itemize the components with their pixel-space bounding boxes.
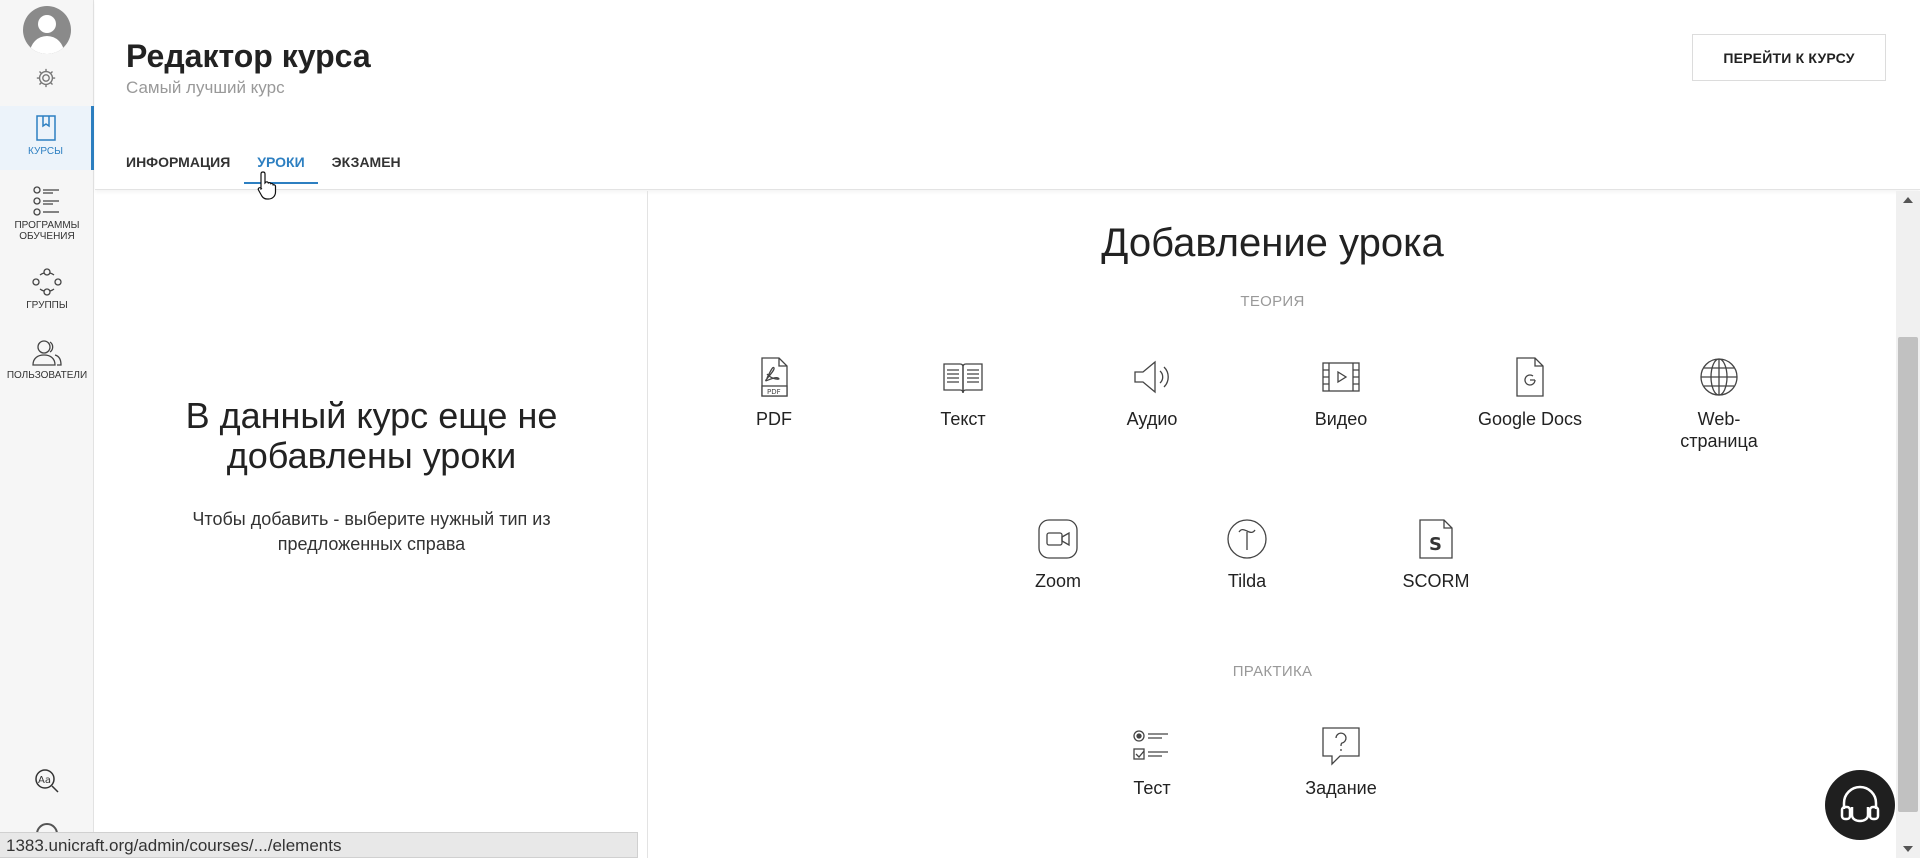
sidebar-item-label: КУРСЫ bbox=[28, 146, 63, 157]
empty-state-hint: Чтобы добавить - выберите нужный тип из … bbox=[192, 509, 551, 554]
lesson-type-tilda[interactable]: Tilda bbox=[1172, 518, 1322, 592]
page-title: Редактор курса bbox=[126, 38, 371, 74]
sidebar-item-programs[interactable]: ПРОГРАММЫ ОБУЧЕНИЯ bbox=[0, 186, 94, 242]
sidebar-item-groups[interactable]: ГРУППЫ bbox=[0, 268, 94, 311]
scrollbar[interactable] bbox=[1896, 191, 1920, 858]
lesson-type-audio[interactable]: Аудио bbox=[1077, 356, 1227, 430]
question-bubble-icon bbox=[1322, 727, 1360, 766]
pdf-icon: PDF bbox=[761, 357, 788, 397]
sidebar: КУРСЫ ПРОГРАММЫ ОБУЧЕНИЯ ГРУППЫ ПОЛЬЗОВА… bbox=[0, 0, 94, 858]
film-icon bbox=[1322, 362, 1360, 392]
svg-text:PDF: PDF bbox=[767, 388, 781, 396]
add-lesson-title: Добавление урока bbox=[1101, 221, 1444, 265]
users-icon bbox=[32, 340, 62, 366]
font-size-search-icon[interactable]: Aa bbox=[34, 768, 60, 794]
zoom-icon bbox=[1038, 519, 1078, 559]
course-name: Самый лучший курс bbox=[126, 78, 285, 97]
add-lesson-pane: Добавление урока ТЕОРИЯ PDF PDF Текст Ау… bbox=[649, 191, 1896, 858]
lesson-type-scorm[interactable]: S SCORM bbox=[1361, 518, 1511, 592]
scorm-icon: S bbox=[1419, 519, 1453, 559]
scroll-up-arrow-icon[interactable] bbox=[1903, 197, 1913, 203]
tilda-icon bbox=[1227, 519, 1267, 559]
tab-exam[interactable]: ЭКЗАМЕН bbox=[332, 150, 401, 184]
scroll-down-arrow-icon[interactable] bbox=[1903, 846, 1913, 852]
book-bookmark-icon bbox=[35, 115, 56, 141]
group-icon bbox=[32, 268, 62, 296]
globe-icon bbox=[1700, 358, 1738, 396]
sidebar-item-label: ГРУППЫ bbox=[26, 300, 68, 311]
support-chat-button[interactable] bbox=[1825, 770, 1895, 840]
sidebar-item-users[interactable]: ПОЛЬЗОВАТЕЛИ bbox=[0, 338, 94, 381]
avatar-body bbox=[30, 36, 64, 54]
lesson-type-video[interactable]: Видео bbox=[1266, 356, 1416, 430]
sidebar-item-label: ПРОГРАММЫ ОБУЧЕНИЯ bbox=[14, 220, 80, 242]
lessons-list-pane: В данный курс еще не добавлены уроки Что… bbox=[95, 191, 648, 858]
lesson-type-assignment[interactable]: Задание bbox=[1266, 725, 1416, 799]
svg-text:S: S bbox=[1429, 534, 1442, 555]
avatar-head bbox=[38, 15, 56, 33]
tab-information[interactable]: ИНФОРМАЦИЯ bbox=[126, 150, 230, 184]
lesson-type-web-page[interactable]: Web- страница bbox=[1644, 356, 1794, 452]
lesson-type-test[interactable]: Тест bbox=[1077, 725, 1227, 799]
lesson-type-zoom[interactable]: Zoom bbox=[983, 518, 1133, 592]
practice-section-label: ПРАКТИКА bbox=[1232, 663, 1313, 680]
book-icon bbox=[943, 363, 983, 394]
gear-icon[interactable] bbox=[35, 67, 57, 89]
scroll-thumb[interactable] bbox=[1898, 337, 1918, 812]
google-docs-icon bbox=[1516, 357, 1544, 397]
avatar[interactable] bbox=[23, 6, 71, 54]
checklist-icon bbox=[1133, 730, 1168, 760]
sidebar-item-courses[interactable]: КУРСЫ bbox=[0, 106, 94, 170]
go-to-course-button[interactable]: ПЕРЕЙТИ К КУРСУ bbox=[1692, 34, 1886, 81]
theory-section-label: ТЕОРИЯ bbox=[1240, 293, 1305, 310]
lesson-type-pdf[interactable]: PDF PDF bbox=[699, 356, 849, 430]
browser-status-url: 1383.unicraft.org/admin/courses/.../elem… bbox=[0, 832, 638, 858]
lesson-type-text[interactable]: Текст bbox=[888, 356, 1038, 430]
speaker-icon bbox=[1134, 360, 1169, 394]
list-icon bbox=[33, 186, 59, 216]
sidebar-item-label: ПОЛЬЗОВАТЕЛИ bbox=[6, 370, 88, 381]
headset-icon bbox=[1840, 785, 1880, 823]
page-header: Редактор курса Самый лучший курс ПЕРЕЙТИ… bbox=[95, 0, 1920, 190]
svg-text:Aa: Aa bbox=[38, 775, 51, 786]
empty-state-title: В данный курс еще не добавлены уроки bbox=[185, 395, 558, 476]
lesson-type-google-docs[interactable]: Google Docs bbox=[1455, 356, 1605, 430]
